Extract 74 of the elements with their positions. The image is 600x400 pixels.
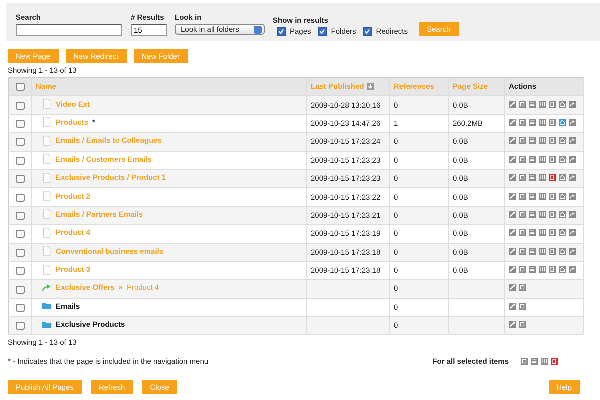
- properties-icon[interactable]: [529, 118, 536, 126]
- page-icon: [42, 209, 52, 220]
- row-checkbox[interactable]: [16, 156, 24, 165]
- sort-icon[interactable]: [367, 83, 374, 90]
- layout-icon[interactable]: [539, 229, 546, 236]
- properties-icon[interactable]: [529, 174, 536, 182]
- house-icon[interactable]: [559, 156, 566, 163]
- page-icon: [42, 99, 52, 110]
- layout-icon[interactable]: [539, 118, 546, 126]
- house-icon[interactable]: [559, 137, 566, 144]
- row-checkbox[interactable]: [16, 267, 24, 276]
- page-icon: [42, 117, 52, 128]
- redirect-icon[interactable]: [569, 192, 576, 200]
- row-checkbox[interactable]: [16, 212, 24, 220]
- layout-icon[interactable]: [539, 248, 546, 255]
- house-icon[interactable]: [559, 229, 566, 236]
- checkbox[interactable]: [363, 27, 372, 36]
- house-icon[interactable]: [559, 266, 566, 274]
- row-checkbox[interactable]: [16, 194, 24, 202]
- layout-icon[interactable]: [539, 210, 546, 218]
- checkbox[interactable]: [318, 27, 328, 36]
- search-field[interactable]: [16, 24, 122, 36]
- house-icon[interactable]: [559, 118, 566, 126]
- row-checkbox[interactable]: [16, 286, 24, 294]
- row-checkbox[interactable]: [16, 138, 24, 146]
- redirect-icon[interactable]: [569, 118, 576, 126]
- select-all-checkbox[interactable]: [16, 83, 24, 92]
- row-checkbox[interactable]: [16, 120, 24, 128]
- layout-icon[interactable]: [539, 100, 546, 108]
- page-icon: [42, 154, 52, 164]
- redirect-icon[interactable]: [569, 174, 576, 182]
- row-checkbox[interactable]: [16, 175, 24, 184]
- properties-icon[interactable]: [531, 358, 538, 366]
- properties-icon[interactable]: [529, 229, 536, 236]
- properties-icon[interactable]: [529, 266, 536, 274]
- row-checkbox[interactable]: [16, 102, 24, 110]
- redirect-icon[interactable]: [569, 210, 576, 218]
- redirect-icon[interactable]: [569, 248, 576, 255]
- page-icon: [42, 191, 52, 202]
- house-icon[interactable]: [559, 100, 566, 108]
- page-icon: [42, 228, 52, 238]
- layout-icon[interactable]: [539, 137, 546, 144]
- properties-icon[interactable]: [529, 210, 536, 218]
- layout-icon[interactable]: [541, 358, 548, 366]
- redirect-icon[interactable]: [569, 137, 576, 144]
- redirect-icon[interactable]: [569, 229, 576, 236]
- page-icon: [42, 246, 52, 256]
- layout-icon[interactable]: [539, 174, 546, 182]
- folder-icon: [42, 320, 52, 330]
- house-icon[interactable]: [559, 174, 566, 182]
- house-icon[interactable]: [559, 192, 566, 200]
- row-checkbox[interactable]: [16, 304, 24, 312]
- redirect-icon[interactable]: [569, 156, 576, 163]
- row-checkbox[interactable]: [16, 322, 24, 330]
- redirect-icon[interactable]: [569, 266, 576, 274]
- house-icon[interactable]: [559, 210, 566, 218]
- redirect-arrow-icon: [42, 282, 52, 293]
- folder-icon: [42, 301, 52, 312]
- properties-icon[interactable]: [529, 156, 536, 163]
- properties-icon[interactable]: [529, 100, 536, 108]
- layout-icon[interactable]: [539, 192, 546, 200]
- page-icon: [42, 172, 52, 183]
- redirect-icon[interactable]: [569, 100, 576, 108]
- row-checkbox[interactable]: [16, 248, 24, 257]
- checkbox[interactable]: [277, 27, 286, 36]
- properties-icon[interactable]: [529, 192, 536, 200]
- page-icon: [42, 264, 52, 275]
- row-checkbox[interactable]: [16, 230, 24, 238]
- properties-icon[interactable]: [529, 248, 536, 255]
- properties-icon[interactable]: [529, 137, 536, 144]
- layout-icon[interactable]: [539, 156, 546, 163]
- house-icon[interactable]: [559, 248, 566, 255]
- page-icon: [42, 136, 52, 146]
- layout-icon[interactable]: [539, 266, 546, 274]
